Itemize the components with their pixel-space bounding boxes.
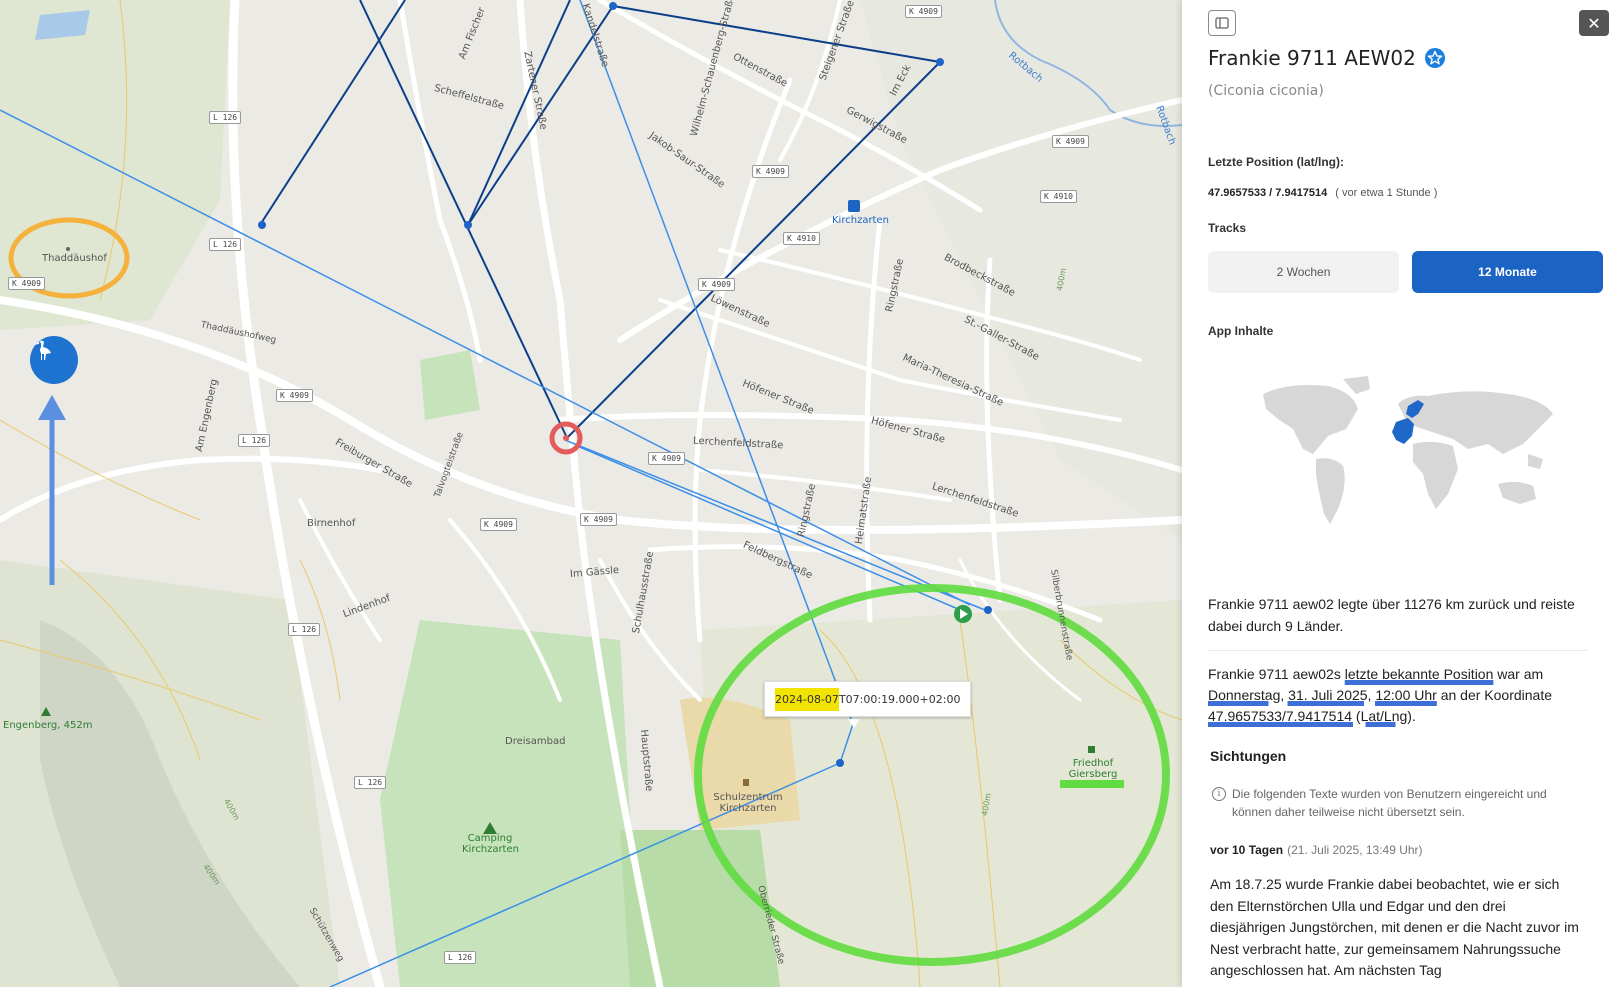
text-segment: . [1411, 708, 1416, 724]
road-badge: L 126 [444, 951, 477, 964]
sighting-date: (21. Juli 2025, 13:49 Uhr) [1287, 843, 1423, 857]
road-badge: K 4909 [1052, 135, 1089, 148]
road-badge: K 4910 [1040, 190, 1077, 203]
map-canvas[interactable] [0, 0, 1182, 987]
distance-summary: Frankie 9711 aew02 legte über 11276 km z… [1208, 596, 1575, 634]
road-badge: K 4909 [905, 5, 942, 18]
last-known-position-text: Frankie 9711 aew02s letzte bekannte Posi… [1208, 664, 1593, 727]
street-label: Birnenhof [307, 518, 356, 529]
tooltip-date: 2024-08-07 [775, 687, 839, 711]
text-segment: war am [1493, 666, 1544, 682]
last-position-date: Donnerstag, 31. Juli 2025, 12:00 Uhr [1208, 687, 1437, 703]
last-position-coordinate: 47.9657533/7.9417514 (Lat/Lng) [1208, 708, 1412, 724]
sighting-meta: vor 10 Tagen (21. Juli 2025, 13:49 Uhr) [1210, 843, 1423, 857]
close-icon: ✕ [1587, 13, 1601, 33]
cemetery-icon [1088, 746, 1095, 753]
last-position-label: Letzte Position (lat/lng): [1208, 155, 1344, 169]
road-badge: L 126 [238, 434, 271, 447]
bird-detail-panel: ✕ Frankie 9711 AEW02 (Ciconia ciconia) L… [1182, 0, 1615, 987]
poi-label: Camping Kirchzarten [462, 833, 519, 855]
place-dot [66, 247, 70, 251]
road-badge: K 4909 [580, 513, 617, 526]
road-badge: L 126 [209, 111, 242, 124]
stork-icon [33, 340, 51, 360]
coordinates-value: 47.9657533 / 7.9417514 [1208, 187, 1328, 199]
park-area [420, 350, 480, 420]
verified-star-icon [1424, 48, 1445, 68]
world-map [1263, 376, 1553, 524]
road-badge: K 4909 [8, 277, 45, 290]
poi-label: Friedhof Giersberg [1068, 758, 1118, 780]
text-segment: Frankie 9711 aew02s [1208, 666, 1345, 682]
species-name: (Ciconia ciconia) [1208, 83, 1324, 99]
track-2-weeks-button[interactable]: 2 Wochen [1208, 251, 1399, 293]
sightings-heading: Sichtungen [1210, 748, 1287, 764]
collapse-panel-button[interactable] [1208, 10, 1236, 36]
road-badge: L 126 [354, 776, 387, 789]
poi-label: Schulzentrum Kirchzarten [713, 792, 783, 814]
disclaimer-text: Die folgenden Texte wurden von Benutzern… [1232, 787, 1547, 819]
station-label: Kirchzarten [832, 215, 889, 226]
text-segment: an der Koordinate [1436, 687, 1553, 703]
bird-title: Frankie 9711 AEW02 [1208, 46, 1446, 70]
relative-time: ( vor etwa 1 Stunde ) [1335, 187, 1438, 199]
app-content-label: App Inhalte [1208, 324, 1274, 338]
track-12-months-button[interactable]: 12 Monate [1412, 251, 1603, 293]
road-badge: L 126 [209, 238, 242, 251]
summit-label: Engenberg, 452m [3, 720, 93, 731]
road-badge: L 126 [288, 623, 321, 636]
sighting-text: Am 18.7.25 wurde Frankie dabei beobachte… [1210, 876, 1579, 978]
sightings-disclaimer: i Die folgenden Texte wurden von Benutze… [1212, 785, 1587, 821]
last-position-dot [563, 435, 569, 441]
road-badge: K 4909 [752, 165, 789, 178]
place-label: Thaddäushof [42, 253, 107, 264]
tracks-label: Tracks [1208, 221, 1247, 235]
bird-name: Frankie 9711 AEW02 [1208, 46, 1416, 70]
last-position-coordinates: 47.9657533 / 7.9417514 ( vor etwa 1 Stund… [1208, 187, 1437, 199]
last-position-highlight: letzte bekannte Position [1344, 666, 1494, 682]
school-icon [743, 779, 749, 786]
timestamp-tooltip: 2024-08-07 T07:00:19.000+02:00 [764, 681, 972, 717]
close-button[interactable]: ✕ [1579, 10, 1609, 36]
section-divider [1208, 650, 1588, 651]
road-badge: K 4909 [480, 518, 517, 531]
train-station-icon [848, 200, 860, 212]
road-badge: K 4910 [783, 232, 820, 245]
road-badge: K 4909 [276, 389, 313, 402]
map-view[interactable]: Thaddäushof Thaddäushofweg Am Engenberg … [0, 0, 1182, 987]
poi-label: Dreisambad [505, 736, 566, 747]
bird-location-marker[interactable] [30, 336, 78, 384]
sidebar-toggle-icon [1215, 17, 1229, 29]
sighting-ago: vor 10 Tagen [1210, 843, 1284, 857]
road-badge: K 4909 [698, 278, 735, 291]
info-icon: i [1212, 787, 1226, 801]
tooltip-time: T07:00:19.000+02:00 [838, 692, 961, 706]
road-badge: K 4909 [648, 452, 685, 465]
